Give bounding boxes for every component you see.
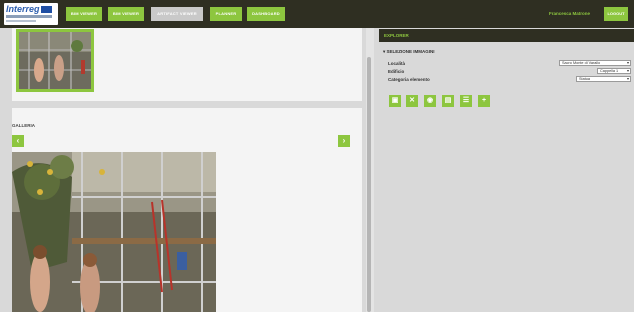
- category-value: Statua: [579, 77, 590, 81]
- selected-thumbnail[interactable]: [16, 29, 94, 92]
- chevron-down-icon: ▾: [626, 76, 629, 81]
- user-name: Francesca Matrone: [549, 11, 591, 16]
- chevron-left-icon: ‹: [16, 136, 20, 145]
- nav-planner[interactable]: PLANNER: [210, 7, 242, 21]
- document-icon: ▤: [444, 97, 452, 104]
- interreg-logo[interactable]: Interreg: [4, 3, 58, 25]
- camera-button[interactable]: ◉: [424, 95, 436, 107]
- chevron-down-icon: ▾: [626, 68, 629, 73]
- logo-subtitle-bar-2: [6, 20, 36, 22]
- gallery-label: GALLERIA: [12, 123, 35, 128]
- category-select[interactable]: Statua ▾: [576, 76, 631, 82]
- section-title-label: SELEZIONE IMMAGINI: [386, 49, 435, 54]
- logo-text: Interreg: [6, 4, 40, 14]
- building-label: Edificio: [388, 69, 405, 74]
- image-button[interactable]: ▣: [389, 95, 401, 107]
- category-label: Categoria elemento: [388, 77, 430, 82]
- add-icon: +: [481, 97, 487, 104]
- camera-icon: ◉: [426, 97, 434, 104]
- image-icon: ▣: [391, 97, 399, 104]
- document-button[interactable]: ▤: [442, 95, 454, 107]
- gallery-photo-image: [12, 152, 216, 312]
- gallery-prev-button[interactable]: ‹: [12, 135, 24, 147]
- locality-value: Sacro Monte di Varallo: [562, 61, 601, 65]
- locality-label: Località: [388, 61, 406, 66]
- nav-bim-viewer-2[interactable]: BIM VIEWER: [108, 7, 144, 21]
- gallery-next-button[interactable]: ›: [338, 135, 350, 147]
- nav-bim-viewer-1[interactable]: BIM VIEWER: [66, 7, 102, 21]
- close-icon: ✕: [409, 97, 415, 104]
- image-selection-section[interactable]: ▾ SELEZIONE IMMAGINI: [383, 49, 435, 55]
- gallery-main-photo: [12, 152, 216, 312]
- nav-artifact-viewer[interactable]: ARTIFACT VIEWER: [151, 7, 203, 21]
- building-select[interactable]: Cappella 1 ▾: [597, 68, 631, 74]
- nav-dashboard[interactable]: DASHBOARD: [247, 7, 285, 21]
- list-button[interactable]: ☰: [460, 95, 472, 107]
- locality-select[interactable]: Sacro Monte di Varallo ▾: [559, 60, 631, 66]
- chevron-down-icon: ▾: [626, 60, 629, 65]
- thumbnail-image: [19, 32, 91, 89]
- clear-button[interactable]: ✕: [406, 95, 418, 107]
- explorer-panel: [377, 28, 634, 312]
- building-value: Cappella 1: [600, 69, 619, 73]
- chevron-right-icon: ›: [342, 136, 346, 145]
- logout-button[interactable]: LOGOUT: [604, 7, 628, 21]
- explorer-header: [379, 29, 634, 42]
- eu-flag-icon: [41, 6, 52, 13]
- logo-subtitle-bar: [6, 15, 52, 18]
- scrollbar-thumb[interactable]: [367, 57, 371, 312]
- explorer-title: EXPLORER: [384, 33, 409, 38]
- add-button[interactable]: +: [478, 95, 490, 107]
- list-icon: ☰: [462, 97, 470, 104]
